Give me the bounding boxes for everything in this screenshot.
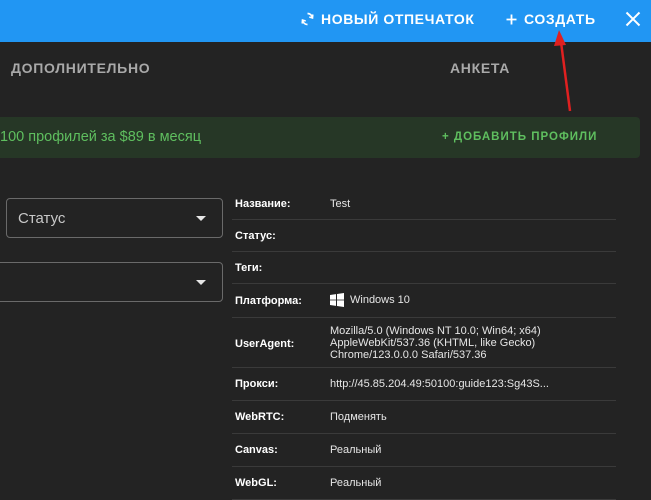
detail-key: UserAgent: [235, 338, 295, 350]
detail-row-status: Статус: [232, 220, 616, 252]
tab-bar: ДОПОЛНИТЕЛЬНО АНКЕТА [0, 42, 651, 92]
detail-row-webgl: WebGL: Реальный [232, 467, 616, 500]
detail-value: Реальный [330, 477, 382, 489]
tab-additional[interactable]: ДОПОЛНИТЕЛЬНО [11, 60, 150, 76]
detail-key: Canvas: [235, 444, 278, 456]
detail-key: WebGL: [235, 477, 277, 489]
detail-value: Mozilla/5.0 (Windows NT 10.0; Win64; x64… [330, 325, 541, 361]
dropdown-arrow-icon [196, 216, 206, 221]
detail-row-name: Название: Test [232, 188, 616, 220]
detail-key: Название: [235, 198, 291, 210]
detail-row-tags: Теги: [232, 252, 616, 284]
detail-key: Прокси: [235, 378, 279, 390]
close-button[interactable] [624, 7, 648, 31]
detail-value: http://45.85.204.49:50100:guide123:Sg43S… [330, 378, 549, 390]
detail-key: Теги: [235, 262, 263, 274]
platform-name: Windows 10 [350, 293, 410, 306]
detail-row-webrtc: WebRTC: Подменять [232, 401, 616, 434]
useragent-line: Mozilla/5.0 (Windows NT 10.0; Win64; x64… [330, 325, 541, 337]
secondary-select[interactable] [0, 262, 223, 302]
detail-row-platform: Платформа: Windows 10 [232, 284, 616, 318]
promo-banner: 100 профилей за $89 в месяц + ДОБАВИТЬ П… [0, 117, 640, 158]
windows-icon [330, 293, 344, 307]
detail-row-proxy: Прокси: http://45.85.204.49:50100:guide1… [232, 368, 616, 401]
dropdown-arrow-icon [196, 280, 206, 285]
refresh-icon [301, 12, 314, 26]
detail-row-canvas: Canvas: Реальный [232, 434, 616, 467]
detail-value: Windows 10 [330, 293, 410, 307]
detail-value: Подменять [330, 411, 387, 423]
profile-summary-panel: Название: Test Статус: Теги: Платформа: … [232, 188, 616, 500]
detail-key: WebRTC: [235, 411, 285, 423]
useragent-line: AppleWebKit/537.36 (KHTML, like Gecko) [330, 337, 536, 349]
status-select-label: Статус [18, 210, 66, 227]
close-icon [625, 11, 640, 27]
new-fingerprint-label: НОВЫЙ ОТПЕЧАТОК [321, 11, 475, 27]
status-select[interactable]: Статус [6, 198, 223, 238]
add-profiles-button[interactable]: + ДОБАВИТЬ ПРОФИЛИ [442, 131, 597, 143]
detail-value: Реальный [330, 444, 382, 456]
detail-value: Test [330, 198, 351, 210]
promo-text: 100 профилей за $89 в месяц [0, 129, 202, 145]
create-label: СОЗДАТЬ [524, 11, 596, 27]
create-button[interactable]: СОЗДАТЬ [506, 0, 596, 38]
detail-row-useragent: UserAgent: Mozilla/5.0 (Windows NT 10.0;… [232, 318, 616, 368]
tab-profile-summary[interactable]: АНКЕТА [450, 60, 510, 76]
top-toolbar: НОВЫЙ ОТПЕЧАТОК СОЗДАТЬ [0, 0, 651, 42]
detail-key: Статус: [235, 230, 276, 242]
useragent-line: Chrome/123.0.0.0 Safari/537.36 [330, 349, 487, 361]
detail-key: Платформа: [235, 295, 302, 307]
plus-icon [506, 14, 517, 24]
new-fingerprint-button[interactable]: НОВЫЙ ОТПЕЧАТОК [301, 0, 475, 38]
